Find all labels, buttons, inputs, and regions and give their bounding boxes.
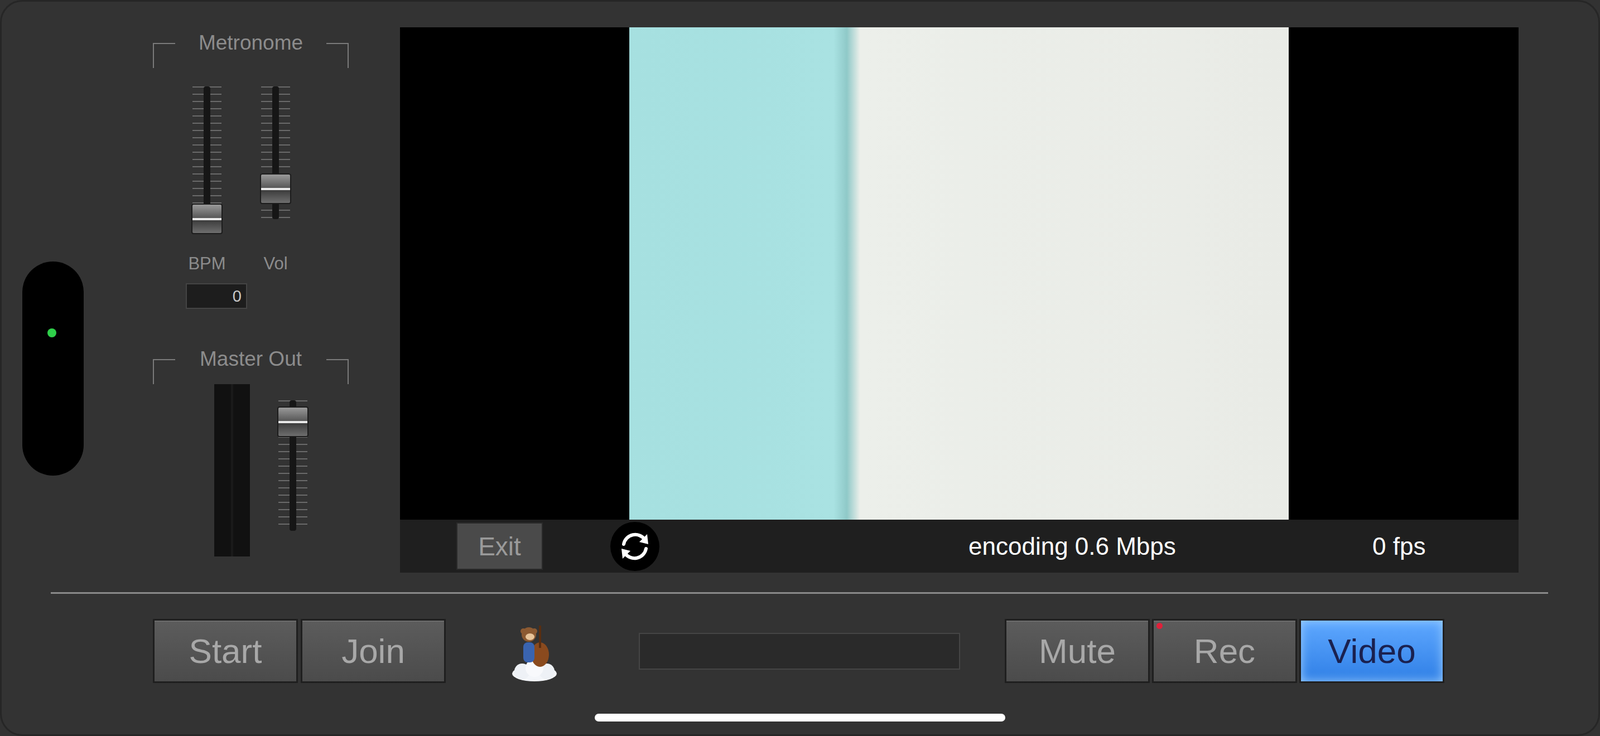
top-area: Metronome BPM Vol 0 Master Out Exit encod…	[1, 1, 1599, 573]
switch-camera-icon	[610, 522, 660, 572]
slider-label: Vol	[253, 253, 298, 274]
slider-thumb[interactable]	[191, 203, 223, 235]
media-buttons: Mute Rec Video	[1004, 619, 1445, 684]
home-indicator-row	[1, 714, 1599, 722]
metronome-slider[interactable]	[258, 86, 293, 220]
mascot-logo	[500, 618, 568, 686]
slider-thumb[interactable]	[259, 173, 292, 205]
metronome-slider[interactable]	[190, 86, 224, 235]
home-indicator[interactable]	[594, 714, 1006, 722]
metronome-header: Metronome	[152, 30, 349, 69]
master-out-controls	[152, 384, 349, 557]
toolbar-button[interactable]: Start	[152, 619, 298, 684]
bpm-field[interactable]: 0	[185, 283, 248, 310]
video-bar: Exit encoding 0.6 Mbps 0 fps	[400, 519, 1519, 573]
frame-rate: 0 fps	[1372, 532, 1519, 561]
master-fader[interactable]	[276, 400, 310, 532]
status-dot	[47, 328, 57, 338]
encoding-rate: encoding 0.6 Mbps	[968, 532, 1373, 561]
session-buttons: StartJoin	[152, 619, 446, 684]
toolbar-button[interactable]: Mute	[1004, 619, 1150, 684]
app-window: Metronome BPM Vol 0 Master Out Exit encod…	[0, 0, 1600, 736]
mascot-icon	[500, 618, 568, 686]
meter-channel	[233, 384, 250, 557]
camera-pill	[22, 261, 84, 476]
exit-button[interactable]: Exit	[456, 522, 543, 571]
slider-label: BPM	[184, 253, 230, 274]
toolbar-button[interactable]: Rec	[1152, 619, 1298, 684]
master-out-header: Master Out	[152, 347, 349, 385]
master-out-title: Master Out	[199, 347, 302, 372]
toolbar-button[interactable]: Video	[1299, 619, 1445, 684]
camera-preview	[629, 27, 1289, 520]
bracket	[152, 359, 176, 385]
bracket	[152, 42, 176, 69]
record-indicator	[1156, 623, 1163, 630]
metronome-sliders	[152, 86, 349, 235]
divider	[50, 592, 1549, 595]
status-field	[638, 633, 961, 671]
switch-camera-button[interactable]	[610, 522, 660, 572]
level-meter	[214, 384, 250, 557]
slider-thumb[interactable]	[277, 406, 309, 438]
toolbar-button[interactable]: Join	[300, 619, 446, 684]
bracket	[326, 42, 349, 69]
toolbar: StartJoin Mute Rec Video	[1, 619, 1599, 684]
bracket	[326, 359, 349, 385]
control-panel: Metronome BPM Vol 0 Master Out	[152, 1, 349, 573]
metronome-title: Metronome	[198, 30, 303, 56]
meter-channel	[214, 384, 231, 557]
video-panel: Exit encoding 0.6 Mbps 0 fps	[400, 27, 1519, 573]
video-frame	[400, 27, 1519, 520]
slider-labels: BPM Vol	[152, 253, 349, 274]
